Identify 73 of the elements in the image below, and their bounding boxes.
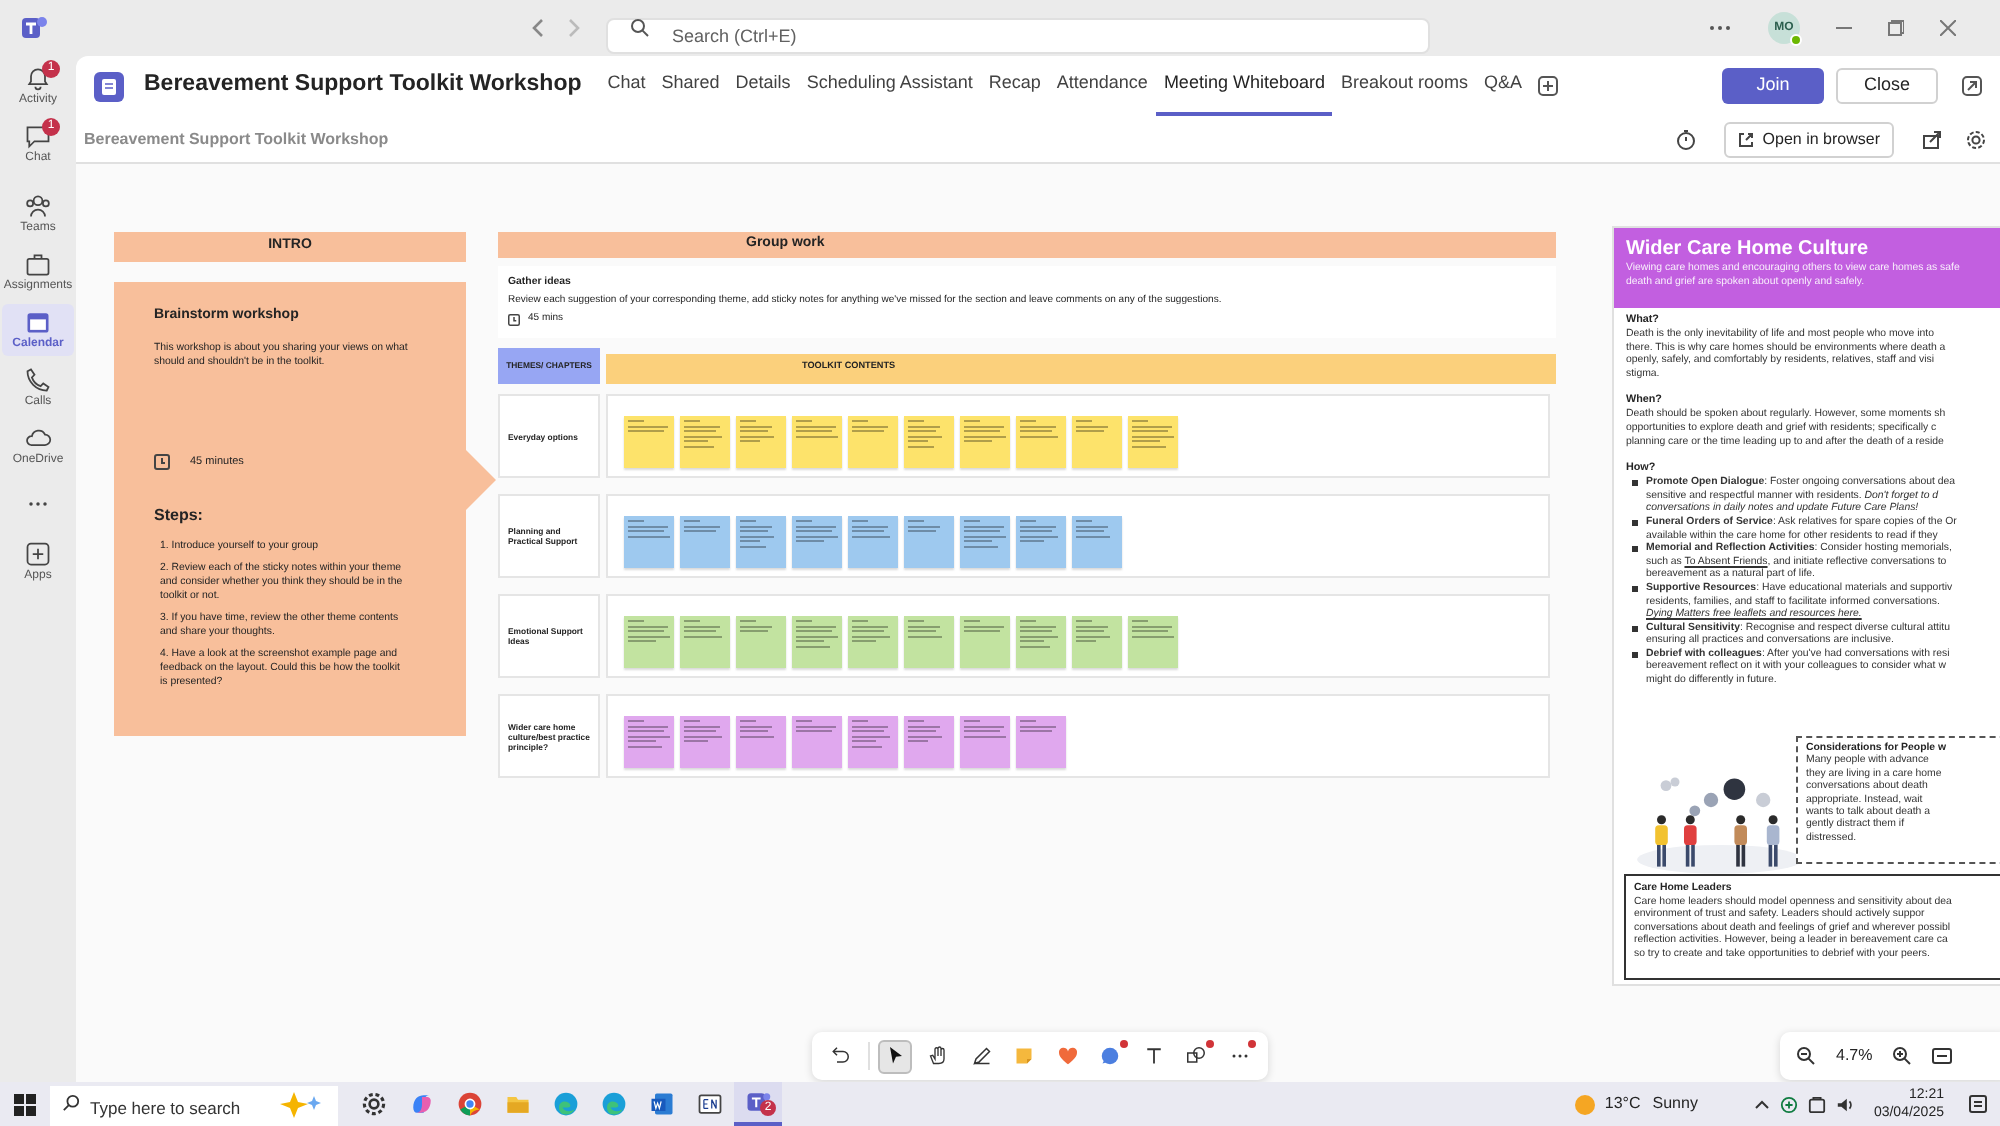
keyboard-icon (696, 1090, 724, 1118)
windows-start-icon[interactable] (14, 1093, 36, 1115)
temperature: 13°C (1604, 1092, 1641, 1116)
pop-out-icon[interactable] (1962, 76, 1982, 96)
people-icon (24, 192, 52, 220)
tab[interactable]: Breakout rooms (1332, 56, 1477, 116)
pen-icon (969, 1044, 994, 1068)
tab[interactable]: Attendance (1048, 56, 1156, 116)
tab[interactable]: Details (727, 56, 799, 116)
word-icon (648, 1090, 676, 1118)
add-tab-icon[interactable] (1538, 76, 1559, 96)
restore-icon[interactable] (1888, 20, 1904, 36)
speech-bubble-icon (1098, 1044, 1123, 1068)
external-link-icon (1738, 131, 1755, 147)
clock-icon (154, 453, 170, 470)
search-icon (62, 1094, 80, 1112)
open-in-browser-button[interactable]: Open in browser (1724, 121, 1894, 157)
phone-icon (24, 366, 52, 394)
sparkle-icon (278, 1090, 326, 1118)
network-icon[interactable] (1779, 1095, 1798, 1113)
search-field[interactable]: Search (Ctrl+E) (606, 18, 1430, 54)
settings-icon[interactable] (1966, 129, 1986, 149)
more-icon[interactable] (1708, 24, 1732, 32)
text-tool-icon (1141, 1044, 1166, 1068)
tab[interactable]: Scheduling Assistant (798, 56, 981, 116)
browser-icon (552, 1090, 580, 1118)
sticky-note-icon (1012, 1044, 1037, 1068)
tab[interactable]: Meeting Whiteboard (1155, 56, 1333, 116)
undo-icon (828, 1044, 853, 1068)
weather-text: Sunny (1652, 1092, 1698, 1116)
search-icon (630, 18, 650, 38)
card-title: Wider Care Home Culture (1626, 238, 1871, 262)
copilot-icon (408, 1090, 436, 1118)
heart-icon (1055, 1044, 1080, 1068)
bell-icon (24, 64, 52, 92)
timer-icon[interactable] (1676, 129, 1697, 149)
cloud-icon (24, 424, 52, 452)
tab[interactable]: Recap (980, 56, 1049, 116)
bag-icon (24, 250, 52, 278)
sun-icon (1574, 1093, 1597, 1115)
tab[interactable]: Q&A (1476, 56, 1531, 116)
tab[interactable]: Shared (653, 56, 728, 116)
back-icon[interactable] (530, 18, 546, 38)
plus-icon (24, 540, 52, 568)
browser-icon (600, 1090, 628, 1118)
chevron-up-icon[interactable] (1753, 1098, 1770, 1110)
meeting-title: Bereavement Support Toolkit Workshop (144, 70, 582, 101)
gear-icon (360, 1090, 388, 1118)
calendar-icon (24, 308, 52, 336)
meeting-icon (94, 71, 124, 101)
whiteboard-title: Bereavement Support Toolkit Workshop (84, 127, 389, 151)
share-icon[interactable] (1922, 129, 1942, 149)
taskbar-search-field[interactable]: Type here to search (50, 1086, 338, 1126)
clock-icon (508, 313, 520, 326)
battery-icon[interactable] (1807, 1095, 1826, 1113)
close-icon[interactable] (1940, 20, 1956, 36)
join-button[interactable]: Join (1722, 68, 1824, 104)
teams-logo-icon (20, 14, 48, 42)
zoom-level: 4.7% (1836, 1044, 1873, 1068)
steps-title: Steps: (154, 503, 205, 528)
shapes-icon (1184, 1044, 1209, 1068)
zoom-in-icon[interactable] (1892, 1046, 1913, 1066)
speaker-icon[interactable] (1835, 1095, 1854, 1113)
close-button[interactable]: Close (1836, 68, 1938, 104)
notifications-icon[interactable] (1968, 1094, 1988, 1114)
zoom-out-icon[interactable] (1796, 1046, 1816, 1066)
tab[interactable]: Chat (599, 56, 654, 116)
browser-icon (456, 1090, 484, 1118)
chat-icon (24, 122, 52, 150)
arrow-pointer-icon (466, 450, 496, 510)
hand-icon (926, 1044, 951, 1068)
fit-to-screen-icon[interactable] (1932, 1048, 1953, 1064)
tool-button[interactable] (878, 1039, 913, 1073)
